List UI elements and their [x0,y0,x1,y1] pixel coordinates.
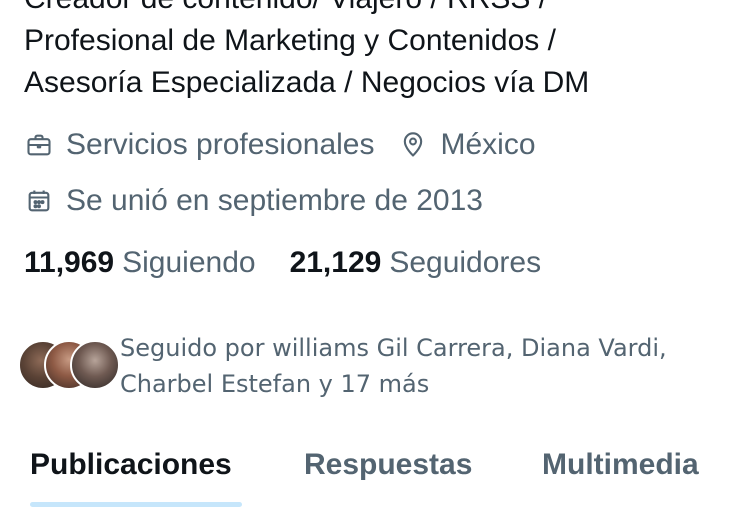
followers-link[interactable]: 21,129 Seguidores [290,246,542,280]
followers-you-know-link[interactable]: Seguido por williams Gil Carrera, Diana … [18,330,720,402]
profile-location-label: México [440,128,536,161]
location-pin-icon [398,130,428,160]
following-link[interactable]: 11,969 Siguiendo [24,246,256,280]
followed-by-text: Seguido por williams Gil Carrera, Diana … [120,334,667,398]
tab-publicaciones[interactable]: Publicaciones [30,448,232,482]
profile-meta-row: Servicios profesionales México [24,128,536,162]
tab-respuestas[interactable]: Respuestas [304,448,472,482]
follower-avatars [18,340,120,390]
profile-joined: Se unió en septiembre de 2013 [24,184,483,218]
profile-tabs: Publicaciones Respuestas Multimedia [0,440,746,507]
followers-count: 21,129 [289,246,382,279]
calendar-icon [24,186,54,216]
profile-location: México [398,128,536,162]
avatar [70,340,120,390]
followers-label: Seguidores [389,246,542,279]
briefcase-icon [24,130,54,160]
profile-stats: 11,969 Siguiendo 21,129 Seguidores [24,246,541,280]
following-label: Siguiendo [122,246,256,279]
profile-joined-label: Se unió en septiembre de 2013 [66,184,483,217]
profile-category: Servicios profesionales [24,128,374,162]
profile-category-label: Servicios profesionales [66,128,375,161]
following-count: 11,969 [24,246,115,279]
profile-bio: Creador de contenido/ Viajero / RRSS / P… [24,0,590,99]
tab-multimedia[interactable]: Multimedia [542,448,699,482]
